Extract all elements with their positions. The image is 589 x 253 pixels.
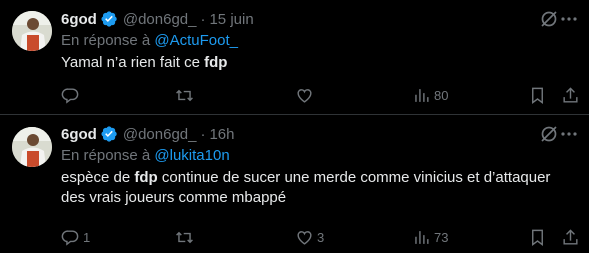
bookmark-button[interactable] [528,85,547,105]
separator-dot: · [200,10,206,28]
tweet-header: 6god @don6gd_ · 16h [61,124,235,144]
retweet-button[interactable] [175,85,197,105]
reply-icon [61,87,79,104]
tweet-text: Yamal n’a rien fait ce fdp [61,53,576,73]
views-button[interactable]: 73 [412,227,448,247]
verified-badge-icon [101,11,117,27]
share-button[interactable] [561,85,580,105]
tweet[interactable]: 6god @don6gd_ · 15 juin En réponse à @Ac… [0,0,589,114]
like-icon [297,230,312,245]
tweet-text-part: Yamal n’a rien fait ce [61,54,205,71]
reply-prefix: En réponse à [61,32,155,49]
separator-dot: · [200,125,206,143]
bookmark-icon [532,87,543,104]
like-button[interactable] [295,85,317,105]
retweet-icon [176,89,193,101]
more-icon[interactable] [559,9,579,29]
views-count: 80 [434,87,449,103]
timestamp[interactable]: 16h [209,126,234,143]
retweet-icon [176,231,193,243]
verified-badge-icon [101,126,117,142]
tweet-text: espèce de fdp continue de sucer une merd… [61,168,576,208]
tweet-actions: 1 3 73 [0,227,589,247]
reply-icon [61,229,79,246]
more-icon[interactable] [559,124,579,144]
author-name[interactable]: 6god [61,11,97,28]
timestamp[interactable]: 15 juin [209,11,253,28]
author-handle[interactable]: @don6gd_ [123,11,197,28]
reply-mention-link[interactable]: @lukita10n [154,147,229,164]
views-icon [415,230,429,244]
tweet-actions: 80 [0,85,589,105]
avatar[interactable] [12,127,52,167]
reply-count: 1 [83,229,91,245]
grok-icon[interactable] [539,124,559,144]
reply-button[interactable] [61,85,83,105]
share-icon [563,86,578,103]
views-count: 73 [434,229,449,245]
views-icon [415,88,429,102]
retweet-button[interactable] [175,227,197,247]
like-button[interactable]: 3 [295,227,324,247]
author-name[interactable]: 6god [61,126,97,143]
reply-context: En réponse à @lukita10n [61,147,230,164]
like-count: 3 [317,229,325,245]
tweet-text-part: espèce de [61,169,135,186]
like-icon [297,88,312,103]
reply-context: En réponse à @ActuFoot_ [61,32,238,49]
bookmark-button[interactable] [528,227,547,247]
reply-button[interactable]: 1 [61,227,90,247]
tweet-text-bold: fdp [134,169,158,186]
bookmark-icon [532,229,543,246]
tweet[interactable]: 6god @don6gd_ · 16h En réponse à @lukita… [0,115,589,253]
reply-mention-link[interactable]: @ActuFoot_ [154,32,238,49]
tweet-text-bold: fdp [204,54,228,71]
reply-prefix: En réponse à [61,147,155,164]
share-button[interactable] [561,227,580,247]
author-handle[interactable]: @don6gd_ [123,126,197,143]
grok-icon[interactable] [539,9,559,29]
share-icon [563,228,578,245]
avatar[interactable] [12,11,52,51]
views-button[interactable]: 80 [412,85,448,105]
tweet-header: 6god @don6gd_ · 15 juin [61,9,254,29]
